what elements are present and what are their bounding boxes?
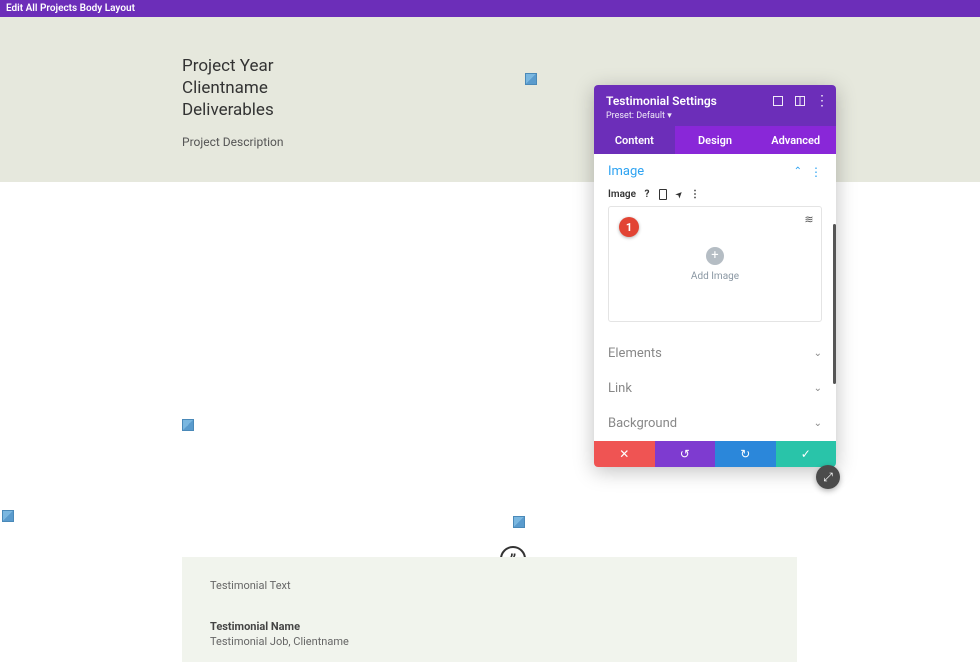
section-link-toggle[interactable]: Link ⌄ bbox=[594, 371, 836, 406]
panel-preset[interactable]: Preset: Default ▾ bbox=[606, 111, 824, 121]
chevron-down-icon: ⌄ bbox=[814, 418, 822, 429]
tab-design[interactable]: Design bbox=[675, 126, 756, 154]
snap-icon[interactable] bbox=[794, 95, 806, 107]
chevron-down-icon: ⌄ bbox=[814, 348, 822, 359]
save-button[interactable]: ✓ bbox=[776, 441, 837, 467]
broken-image-icon bbox=[513, 516, 525, 528]
broken-image-icon bbox=[2, 510, 14, 522]
section-image-label: Image bbox=[608, 164, 644, 179]
section-background-toggle[interactable]: Background ⌄ bbox=[594, 406, 836, 441]
top-bar: Edit All Projects Body Layout bbox=[0, 0, 980, 17]
expand-icon[interactable] bbox=[772, 95, 784, 107]
dynamic-content-icon[interactable]: ≋ bbox=[803, 213, 815, 225]
testimonial-job: Testimonial Job, Clientname bbox=[210, 635, 769, 648]
undo-button[interactable]: ↺ bbox=[655, 441, 716, 467]
section-background-label: Background bbox=[608, 416, 677, 431]
settings-panel: Testimonial Settings Preset: Default ▾ ⋮… bbox=[594, 85, 836, 467]
testimonial-text: Testimonial Text bbox=[210, 579, 769, 592]
panel-body: Image ⌃ ⋮ Image 1 ≋ + Add Image Elements… bbox=[594, 154, 836, 441]
image-dropzone[interactable]: 1 ≋ + Add Image bbox=[608, 206, 822, 322]
testimonial-name: Testimonial Name bbox=[210, 620, 769, 633]
project-year: Project Year bbox=[182, 55, 980, 77]
redo-button[interactable]: ↻ bbox=[715, 441, 776, 467]
testimonial-module[interactable]: Testimonial Text Testimonial Name Testim… bbox=[182, 557, 797, 662]
broken-image-icon bbox=[525, 73, 537, 85]
broken-image-icon bbox=[182, 419, 194, 431]
client-name: Clientname bbox=[182, 77, 980, 99]
panel-tabs: Content Design Advanced bbox=[594, 126, 836, 154]
section-elements-toggle[interactable]: Elements ⌄ bbox=[594, 336, 836, 371]
hover-icon[interactable] bbox=[674, 190, 684, 200]
cancel-button[interactable]: ✕ bbox=[594, 441, 655, 467]
tab-content[interactable]: Content bbox=[594, 126, 675, 154]
section-more-icon[interactable]: ⋮ bbox=[810, 166, 822, 178]
floating-expand-button[interactable]: ⤢ bbox=[816, 465, 840, 489]
panel-footer: ✕ ↺ ↻ ✓ bbox=[594, 441, 836, 467]
add-image-label: Add Image bbox=[691, 271, 739, 282]
section-link-label: Link bbox=[608, 381, 632, 396]
panel-header[interactable]: Testimonial Settings Preset: Default ▾ ⋮ bbox=[594, 85, 836, 126]
chevron-down-icon: ⌄ bbox=[814, 383, 822, 394]
field-more-icon[interactable] bbox=[690, 190, 700, 200]
step-marker: 1 bbox=[619, 217, 639, 237]
responsive-icon[interactable] bbox=[658, 190, 668, 200]
project-description: Project Description bbox=[182, 135, 980, 149]
section-image-toggle[interactable]: Image ⌃ ⋮ bbox=[594, 154, 836, 189]
image-field-row: Image bbox=[594, 189, 836, 206]
chevron-up-icon: ⌃ bbox=[794, 166, 802, 177]
panel-more-icon[interactable]: ⋮ bbox=[816, 95, 828, 107]
image-field-label: Image bbox=[608, 189, 636, 200]
top-bar-title: Edit All Projects Body Layout bbox=[6, 3, 135, 14]
section-elements-label: Elements bbox=[608, 346, 662, 361]
deliverables: Deliverables bbox=[182, 99, 980, 121]
tab-advanced[interactable]: Advanced bbox=[755, 126, 836, 154]
add-image-button[interactable]: + bbox=[706, 247, 724, 265]
help-icon[interactable] bbox=[642, 190, 652, 200]
panel-scrollbar[interactable] bbox=[833, 224, 836, 384]
